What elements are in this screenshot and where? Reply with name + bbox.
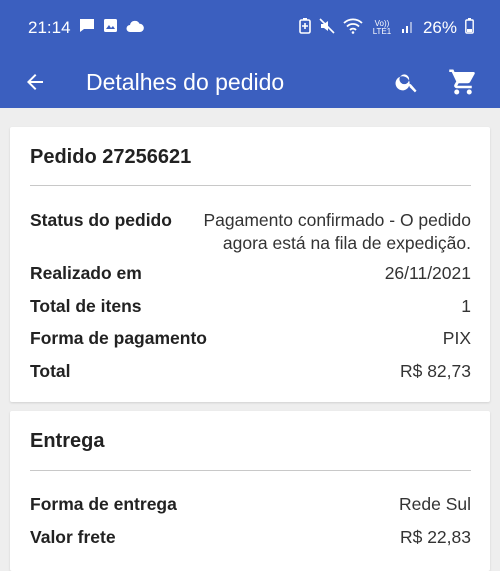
order-total-value: R$ 82,73 xyxy=(399,361,471,381)
order-details-card: Pedido 27256621 Status do pedido Pagamen… xyxy=(10,127,490,402)
search-button[interactable] xyxy=(390,65,424,99)
page-title: Detalhes do pedido xyxy=(86,68,285,95)
delivery-card: Entrega Forma de entrega Rede Sul Valor … xyxy=(10,411,490,571)
delivery-method-label: Forma de entrega xyxy=(30,494,177,514)
wifi-icon xyxy=(343,18,363,39)
battery-saver-icon xyxy=(299,17,311,39)
delivery-method-value: Rede Sul xyxy=(399,494,471,514)
search-icon xyxy=(395,74,417,93)
item-count-row: Total de itens 1 xyxy=(30,295,471,318)
divider xyxy=(30,185,471,186)
order-status-value: Pagamento confirmado - O pedido agora es… xyxy=(203,209,471,255)
status-bar-right: Vo)) LTE1 26% xyxy=(299,17,474,39)
order-date-label: Realizado em xyxy=(30,263,142,283)
network-label: Vo)) LTE1 xyxy=(372,19,392,36)
order-status-value-line2: agora está na fila de expedição. xyxy=(222,233,471,253)
order-title: Pedido 27256621 xyxy=(30,146,192,168)
message-icon xyxy=(79,18,95,38)
delivery-method-row: Forma de entrega Rede Sul xyxy=(30,493,471,516)
divider xyxy=(30,470,471,471)
order-total-row: Total R$ 82,73 xyxy=(30,360,471,383)
shipping-cost-label: Valor frete xyxy=(30,527,116,547)
payment-method-label: Forma de pagamento xyxy=(30,328,207,348)
status-bar: 21:14 Vo)) LTE1 26% xyxy=(0,0,500,56)
cloud-icon xyxy=(126,18,144,38)
order-status-value-line1: Pagamento confirmado - O pedido xyxy=(203,210,471,230)
payment-method-row: Forma de pagamento PIX xyxy=(30,327,471,350)
back-button[interactable] xyxy=(20,67,50,97)
battery-percentage: 26% xyxy=(422,18,457,37)
item-count-label: Total de itens xyxy=(30,296,142,316)
status-bar-left: 21:14 xyxy=(28,18,144,38)
order-status-row: Status do pedido Pagamento confirmado - … xyxy=(30,209,471,255)
app-bar: Detalhes do pedido xyxy=(0,56,500,108)
arrow-back-icon xyxy=(27,74,43,90)
battery-icon xyxy=(465,17,474,39)
order-date-row: Realizado em 26/11/2021 xyxy=(30,262,471,285)
delivery-title: Entrega xyxy=(30,430,105,452)
payment-method-value: PIX xyxy=(442,328,471,348)
order-total-label: Total xyxy=(30,361,71,381)
item-count-value: 1 xyxy=(461,296,471,316)
shipping-cost-row: Valor frete R$ 22,83 xyxy=(30,526,471,549)
shopping-cart-icon xyxy=(449,69,475,95)
signal-icon xyxy=(401,18,415,39)
cart-button[interactable] xyxy=(446,65,480,99)
clock: 21:14 xyxy=(28,18,71,37)
image-icon xyxy=(103,18,118,38)
mute-icon xyxy=(319,17,335,39)
order-date-value: 26/11/2021 xyxy=(384,263,471,283)
order-status-label: Status do pedido xyxy=(30,210,172,230)
shipping-cost-value: R$ 22,83 xyxy=(399,527,471,547)
